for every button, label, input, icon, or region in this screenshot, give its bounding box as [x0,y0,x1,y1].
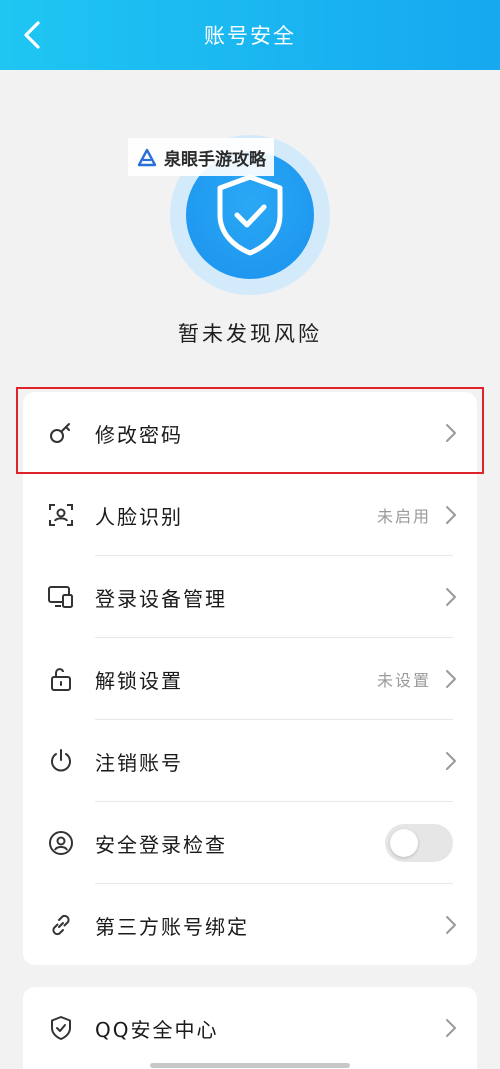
chevron-right-icon [443,1017,459,1039]
settings-row-label: 注销账号 [95,750,183,775]
face-scan-icon [47,501,75,529]
devices-icon [47,583,75,611]
chevron-left-icon [24,21,40,49]
settings-row-qq-security-center[interactable]: QQ安全中心 [23,987,477,1069]
settings-row-label: 第三方账号绑定 [95,914,249,939]
settings-row-label: 人脸识别 [95,504,183,529]
qq-security-card: QQ安全中心 [23,987,477,1069]
settings-row-label: 登录设备管理 [95,586,227,611]
settings-row-change-password[interactable]: 修改密码 [23,392,477,474]
unlock-icon [47,665,75,693]
settings-row-third-party-binding[interactable]: 第三方账号绑定 [23,884,477,966]
home-indicator[interactable] [150,1063,350,1068]
watermark-text: 泉眼手游攻略 [164,149,266,170]
settings-row-delete-account[interactable]: 注销账号 [23,720,477,802]
chevron-right-icon [443,422,459,444]
key-icon [47,419,75,447]
shield-check-icon [217,174,283,256]
user-circle-icon [47,829,75,857]
settings-row-label: 修改密码 [95,422,183,447]
secure-login-toggle[interactable] [385,824,453,862]
top-bar: 账号安全 [0,0,500,70]
watermark: 泉眼手游攻略 [128,138,274,176]
security-status-text: 暂未发现风险 [178,322,322,346]
settings-row-value: 未设置 [376,671,431,690]
chevron-right-icon [443,750,459,772]
settings-row-label: 解锁设置 [95,668,183,693]
shield-check-outline-icon [47,1014,75,1042]
toggle-knob [390,829,418,857]
chevron-right-icon [443,504,459,526]
page-title: 账号安全 [204,24,296,48]
chevron-right-icon [443,668,459,690]
back-button[interactable] [14,17,50,53]
power-icon [47,747,75,775]
settings-row-secure-login-check: 安全登录检查 [23,802,477,884]
settings-row-unlock-settings[interactable]: 解锁设置 未设置 [23,638,477,720]
settings-row-value: 未启用 [376,507,431,526]
logo-triangle-icon [137,148,157,167]
chevron-right-icon [443,586,459,608]
chevron-right-icon [443,914,459,936]
link-icon [47,911,75,939]
settings-row-label: QQ安全中心 [95,1017,219,1042]
settings-row-face-recognition[interactable]: 人脸识别 未启用 [23,474,477,556]
settings-row-device-management[interactable]: 登录设备管理 [23,556,477,638]
settings-card: 修改密码 人脸识别 未启用 登录设备管理 解锁设置 未设置 注销账号 安全登录检… [23,392,477,965]
settings-row-label: 安全登录检查 [95,832,227,857]
